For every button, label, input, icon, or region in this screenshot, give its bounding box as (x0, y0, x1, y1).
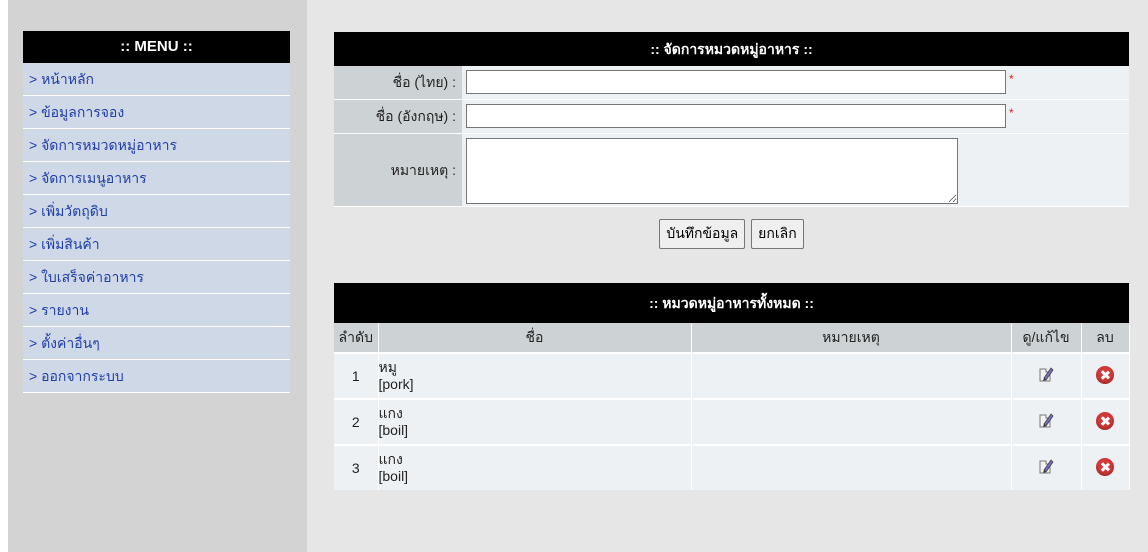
header-note: หมายเหตุ (691, 323, 1012, 353)
note-label: หมายเหตุ : (334, 134, 462, 206)
row-edit-cell (1011, 352, 1082, 399)
header-edit: ดู/แก้ไข (1011, 323, 1082, 353)
menu-item-food-category[interactable]: > จัดการหมวดหมู่อาหาร (23, 129, 290, 162)
form-row-note: หมายเหตุ : (334, 134, 1129, 207)
menu-item-booking[interactable]: > ข้อมูลการจอง (23, 96, 290, 129)
form-row-name-en: ชื่อ (อังกฤษ) : * (334, 100, 1129, 134)
menu-title: :: MENU :: (23, 31, 290, 63)
header-name: ชื่อ (378, 323, 692, 353)
sidebar-menu: :: MENU :: > หน้าหลัก > ข้อมูลการจอง > จ… (23, 31, 290, 393)
save-button[interactable]: บันทึกข้อมูล (659, 219, 746, 249)
menu-item-report[interactable]: > รายงาน (23, 294, 290, 327)
row-note (691, 398, 1012, 445)
name-th-cell: * (462, 66, 1129, 99)
category-form: :: จัดการหมวดหมู่อาหาร :: ชื่อ (ไทย) : *… (334, 32, 1129, 249)
row-name: แกง [boil] (378, 398, 692, 445)
row-delete-cell (1081, 398, 1130, 445)
form-row-name-th: ชื่อ (ไทย) : * (334, 66, 1129, 100)
row-name-th: แกง (378, 451, 403, 467)
row-no: 1 (334, 352, 379, 399)
row-name: แกง [boil] (378, 444, 692, 490)
delete-x-icon[interactable] (1096, 457, 1114, 476)
delete-x-icon[interactable] (1096, 365, 1114, 384)
edit-pencil-icon[interactable] (1037, 366, 1055, 384)
menu-item-add-product[interactable]: > เพิ่มสินค้า (23, 228, 290, 261)
category-list: :: หมวดหมู่อาหารทั้งหมด :: ลำดับ ชื่อ หม… (334, 283, 1130, 490)
row-name: หมู [pork] (378, 352, 692, 399)
note-textarea[interactable] (466, 138, 958, 204)
menu-item-add-ingredient[interactable]: > เพิ่มวัตถุดิบ (23, 195, 290, 228)
row-name-th: แกง (378, 405, 403, 421)
row-note (691, 444, 1012, 490)
name-en-cell: * (462, 100, 1129, 133)
required-mark: * (1009, 106, 1014, 120)
required-mark: * (1009, 72, 1014, 86)
table-row: 1 หมู [pork] (334, 352, 1130, 399)
row-delete-cell (1081, 444, 1130, 490)
menu-item-logout[interactable]: > ออกจากระบบ (23, 360, 290, 393)
table-header-row: ลำดับ ชื่อ หมายเหตุ ดู/แก้ไข ลบ (334, 323, 1130, 353)
cancel-button[interactable]: ยกเลิก (751, 219, 804, 249)
row-name-en: [boil] (378, 422, 409, 438)
edit-pencil-icon[interactable] (1037, 458, 1055, 476)
menu-item-receipt[interactable]: > ใบเสร็จค่าอาหาร (23, 261, 290, 294)
form-buttons: บันทึกข้อมูล ยกเลิก (334, 207, 1129, 249)
menu-item-settings[interactable]: > ตั้งค่าอื่นๆ (23, 327, 290, 360)
menu-item-food-menu[interactable]: > จัดการเมนูอาหาร (23, 162, 290, 195)
delete-x-icon[interactable] (1096, 411, 1114, 430)
form-title: :: จัดการหมวดหมู่อาหาร :: (334, 32, 1129, 66)
row-name-th: หมู (378, 359, 397, 375)
category-table: ลำดับ ชื่อ หมายเหตุ ดู/แก้ไข ลบ 1 หมู [p… (334, 323, 1130, 490)
row-edit-cell (1011, 398, 1082, 445)
row-name-en: [boil] (378, 468, 409, 484)
list-title: :: หมวดหมู่อาหารทั้งหมด :: (334, 283, 1129, 323)
name-th-input[interactable] (466, 70, 1006, 94)
table-row: 2 แกง [boil] (334, 398, 1130, 445)
row-name-en: [pork] (378, 376, 414, 392)
row-edit-cell (1011, 444, 1082, 490)
header-delete: ลบ (1081, 323, 1130, 353)
row-note (691, 352, 1012, 399)
name-en-input[interactable] (466, 104, 1006, 128)
note-cell (462, 134, 1129, 206)
menu-item-home[interactable]: > หน้าหลัก (23, 63, 290, 96)
edit-pencil-icon[interactable] (1037, 412, 1055, 430)
row-no: 3 (334, 444, 379, 490)
name-th-label: ชื่อ (ไทย) : (334, 66, 462, 99)
row-delete-cell (1081, 352, 1130, 399)
row-no: 2 (334, 398, 379, 445)
name-en-label: ชื่อ (อังกฤษ) : (334, 100, 462, 133)
table-row: 3 แกง [boil] (334, 444, 1130, 490)
header-no: ลำดับ (334, 323, 379, 353)
